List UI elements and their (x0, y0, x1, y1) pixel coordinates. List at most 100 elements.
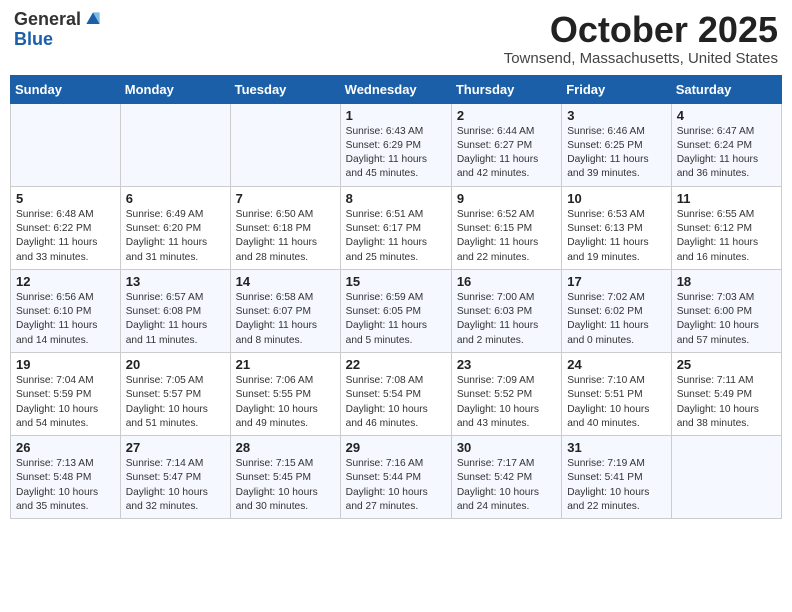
calendar-cell: 5 Sunrise: 6:48 AM Sunset: 6:22 PM Daylig… (11, 186, 121, 269)
day-number: 29 (346, 440, 446, 455)
day-number: 15 (346, 274, 446, 289)
day-info: Sunrise: 7:03 AM Sunset: 6:00 PM Dayligh… (677, 291, 776, 348)
calendar-cell: 27Sunrise: 7:14 AM Sunset: 5:47 PM Dayli… (120, 436, 230, 519)
day-info: Sunrise: 6:56 AM Sunset: 6:10 PM Dayligh… (16, 291, 115, 348)
day-number: 20 (126, 357, 225, 372)
day-info: Sunrise: 7:13 AM Sunset: 5:48 PM Dayligh… (16, 457, 115, 514)
weekday-header-thursday: Thursday (451, 75, 561, 103)
calendar-cell: 11Sunrise: 6:55 AM Sunset: 6:12 PM Dayli… (671, 186, 781, 269)
calendar-cell: 17 Sunrise: 7:02 AM Sunset: 6:02 PM Dayli… (562, 269, 671, 352)
day-number: 10 (567, 191, 665, 206)
day-info: Sunrise: 6:50 AM Sunset: 6:18 PM Dayligh… (236, 208, 335, 265)
calendar-cell (230, 103, 340, 186)
calendar-cell: 22 Sunrise: 7:08 AM Sunset: 5:54 PM Dayli… (340, 352, 451, 435)
day-info: Sunrise: 7:16 AM Sunset: 5:44 PM Dayligh… (346, 457, 446, 514)
day-number: 1 (346, 108, 446, 123)
calendar-cell: 15 Sunrise: 6:59 AM Sunset: 6:05 PM Dayli… (340, 269, 451, 352)
day-number: 4 (677, 108, 776, 123)
logo-text-blue: Blue (14, 29, 53, 49)
weekday-header-saturday: Saturday (671, 75, 781, 103)
day-number: 11 (677, 191, 776, 206)
day-number: 23 (457, 357, 556, 372)
calendar-cell: 16 Sunrise: 7:00 AM Sunset: 6:03 PM Dayli… (451, 269, 561, 352)
calendar-week-4: 19Sunrise: 7:04 AM Sunset: 5:59 PM Dayli… (11, 352, 782, 435)
day-info: Sunrise: 6:43 AM Sunset: 6:29 PM Dayligh… (346, 125, 446, 182)
calendar-cell: 1 Sunrise: 6:43 AM Sunset: 6:29 PM Daylig… (340, 103, 451, 186)
weekday-header-sunday: Sunday (11, 75, 121, 103)
day-number: 13 (126, 274, 225, 289)
calendar-cell: 18 Sunrise: 7:03 AM Sunset: 6:00 PM Dayli… (671, 269, 781, 352)
day-number: 24 (567, 357, 665, 372)
day-number: 9 (457, 191, 556, 206)
day-number: 12 (16, 274, 115, 289)
calendar-cell: 20 Sunrise: 7:05 AM Sunset: 5:57 PM Dayli… (120, 352, 230, 435)
day-info: Sunrise: 7:04 AM Sunset: 5:59 PM Dayligh… (16, 374, 115, 431)
day-number: 27 (126, 440, 225, 455)
calendar-cell: 6Sunrise: 6:49 AM Sunset: 6:20 PM Daylig… (120, 186, 230, 269)
day-number: 18 (677, 274, 776, 289)
day-info: Sunrise: 6:52 AM Sunset: 6:15 PM Dayligh… (457, 208, 556, 265)
page-header: General Blue October 2025 Townsend, Mass… (10, 10, 782, 67)
calendar-week-5: 26 Sunrise: 7:13 AM Sunset: 5:48 PM Dayli… (11, 436, 782, 519)
day-number: 22 (346, 357, 446, 372)
day-info: Sunrise: 6:51 AM Sunset: 6:17 PM Dayligh… (346, 208, 446, 265)
day-info: Sunrise: 7:06 AM Sunset: 5:55 PM Dayligh… (236, 374, 335, 431)
day-number: 17 (567, 274, 665, 289)
calendar-cell: 10 Sunrise: 6:53 AM Sunset: 6:13 PM Dayli… (562, 186, 671, 269)
day-info: Sunrise: 7:17 AM Sunset: 5:42 PM Dayligh… (457, 457, 556, 514)
day-info: Sunrise: 6:46 AM Sunset: 6:25 PM Dayligh… (567, 125, 665, 182)
weekday-header-friday: Friday (562, 75, 671, 103)
day-info: Sunrise: 7:09 AM Sunset: 5:52 PM Dayligh… (457, 374, 556, 431)
day-number: 26 (16, 440, 115, 455)
calendar-week-3: 12 Sunrise: 6:56 AM Sunset: 6:10 PM Dayli… (11, 269, 782, 352)
title-block: October 2025 Townsend, Massachusetts, Un… (504, 10, 778, 67)
day-number: 3 (567, 108, 665, 123)
calendar-cell: 28 Sunrise: 7:15 AM Sunset: 5:45 PM Dayli… (230, 436, 340, 519)
calendar-cell: 8 Sunrise: 6:51 AM Sunset: 6:17 PM Daylig… (340, 186, 451, 269)
calendar-cell: 26 Sunrise: 7:13 AM Sunset: 5:48 PM Dayli… (11, 436, 121, 519)
day-info: Sunrise: 6:53 AM Sunset: 6:13 PM Dayligh… (567, 208, 665, 265)
day-info: Sunrise: 7:00 AM Sunset: 6:03 PM Dayligh… (457, 291, 556, 348)
weekday-header-tuesday: Tuesday (230, 75, 340, 103)
day-number: 16 (457, 274, 556, 289)
location: Townsend, Massachusetts, United States (504, 50, 778, 67)
day-number: 5 (16, 191, 115, 206)
day-number: 21 (236, 357, 335, 372)
calendar-cell (11, 103, 121, 186)
calendar-cell: 30Sunrise: 7:17 AM Sunset: 5:42 PM Dayli… (451, 436, 561, 519)
logo-text-general: General (14, 10, 81, 30)
logo: General Blue (14, 10, 103, 50)
day-number: 6 (126, 191, 225, 206)
calendar-cell: 9 Sunrise: 6:52 AM Sunset: 6:15 PM Daylig… (451, 186, 561, 269)
day-number: 8 (346, 191, 446, 206)
calendar-cell: 13 Sunrise: 6:57 AM Sunset: 6:08 PM Dayli… (120, 269, 230, 352)
calendar-cell: 12 Sunrise: 6:56 AM Sunset: 6:10 PM Dayli… (11, 269, 121, 352)
calendar-cell: 4 Sunrise: 6:47 AM Sunset: 6:24 PM Daylig… (671, 103, 781, 186)
day-info: Sunrise: 6:47 AM Sunset: 6:24 PM Dayligh… (677, 125, 776, 182)
calendar-cell: 24 Sunrise: 7:10 AM Sunset: 5:51 PM Dayli… (562, 352, 671, 435)
day-info: Sunrise: 7:02 AM Sunset: 6:02 PM Dayligh… (567, 291, 665, 348)
day-info: Sunrise: 7:10 AM Sunset: 5:51 PM Dayligh… (567, 374, 665, 431)
day-info: Sunrise: 6:57 AM Sunset: 6:08 PM Dayligh… (126, 291, 225, 348)
calendar-week-1: 1 Sunrise: 6:43 AM Sunset: 6:29 PM Daylig… (11, 103, 782, 186)
day-number: 14 (236, 274, 335, 289)
day-info: Sunrise: 6:48 AM Sunset: 6:22 PM Dayligh… (16, 208, 115, 265)
calendar-table: SundayMondayTuesdayWednesdayThursdayFrid… (10, 75, 782, 520)
day-info: Sunrise: 7:08 AM Sunset: 5:54 PM Dayligh… (346, 374, 446, 431)
day-number: 28 (236, 440, 335, 455)
day-info: Sunrise: 7:11 AM Sunset: 5:49 PM Dayligh… (677, 374, 776, 431)
calendar-cell: 7 Sunrise: 6:50 AM Sunset: 6:18 PM Daylig… (230, 186, 340, 269)
calendar-week-2: 5 Sunrise: 6:48 AM Sunset: 6:22 PM Daylig… (11, 186, 782, 269)
day-number: 7 (236, 191, 335, 206)
day-info: Sunrise: 7:05 AM Sunset: 5:57 PM Dayligh… (126, 374, 225, 431)
weekday-header-wednesday: Wednesday (340, 75, 451, 103)
calendar-cell (120, 103, 230, 186)
calendar-cell (671, 436, 781, 519)
day-info: Sunrise: 6:59 AM Sunset: 6:05 PM Dayligh… (346, 291, 446, 348)
day-info: Sunrise: 7:15 AM Sunset: 5:45 PM Dayligh… (236, 457, 335, 514)
day-number: 2 (457, 108, 556, 123)
month-title: October 2025 (504, 10, 778, 50)
calendar-cell: 21 Sunrise: 7:06 AM Sunset: 5:55 PM Dayli… (230, 352, 340, 435)
calendar-cell: 14Sunrise: 6:58 AM Sunset: 6:07 PM Dayli… (230, 269, 340, 352)
calendar-cell: 29 Sunrise: 7:16 AM Sunset: 5:44 PM Dayli… (340, 436, 451, 519)
